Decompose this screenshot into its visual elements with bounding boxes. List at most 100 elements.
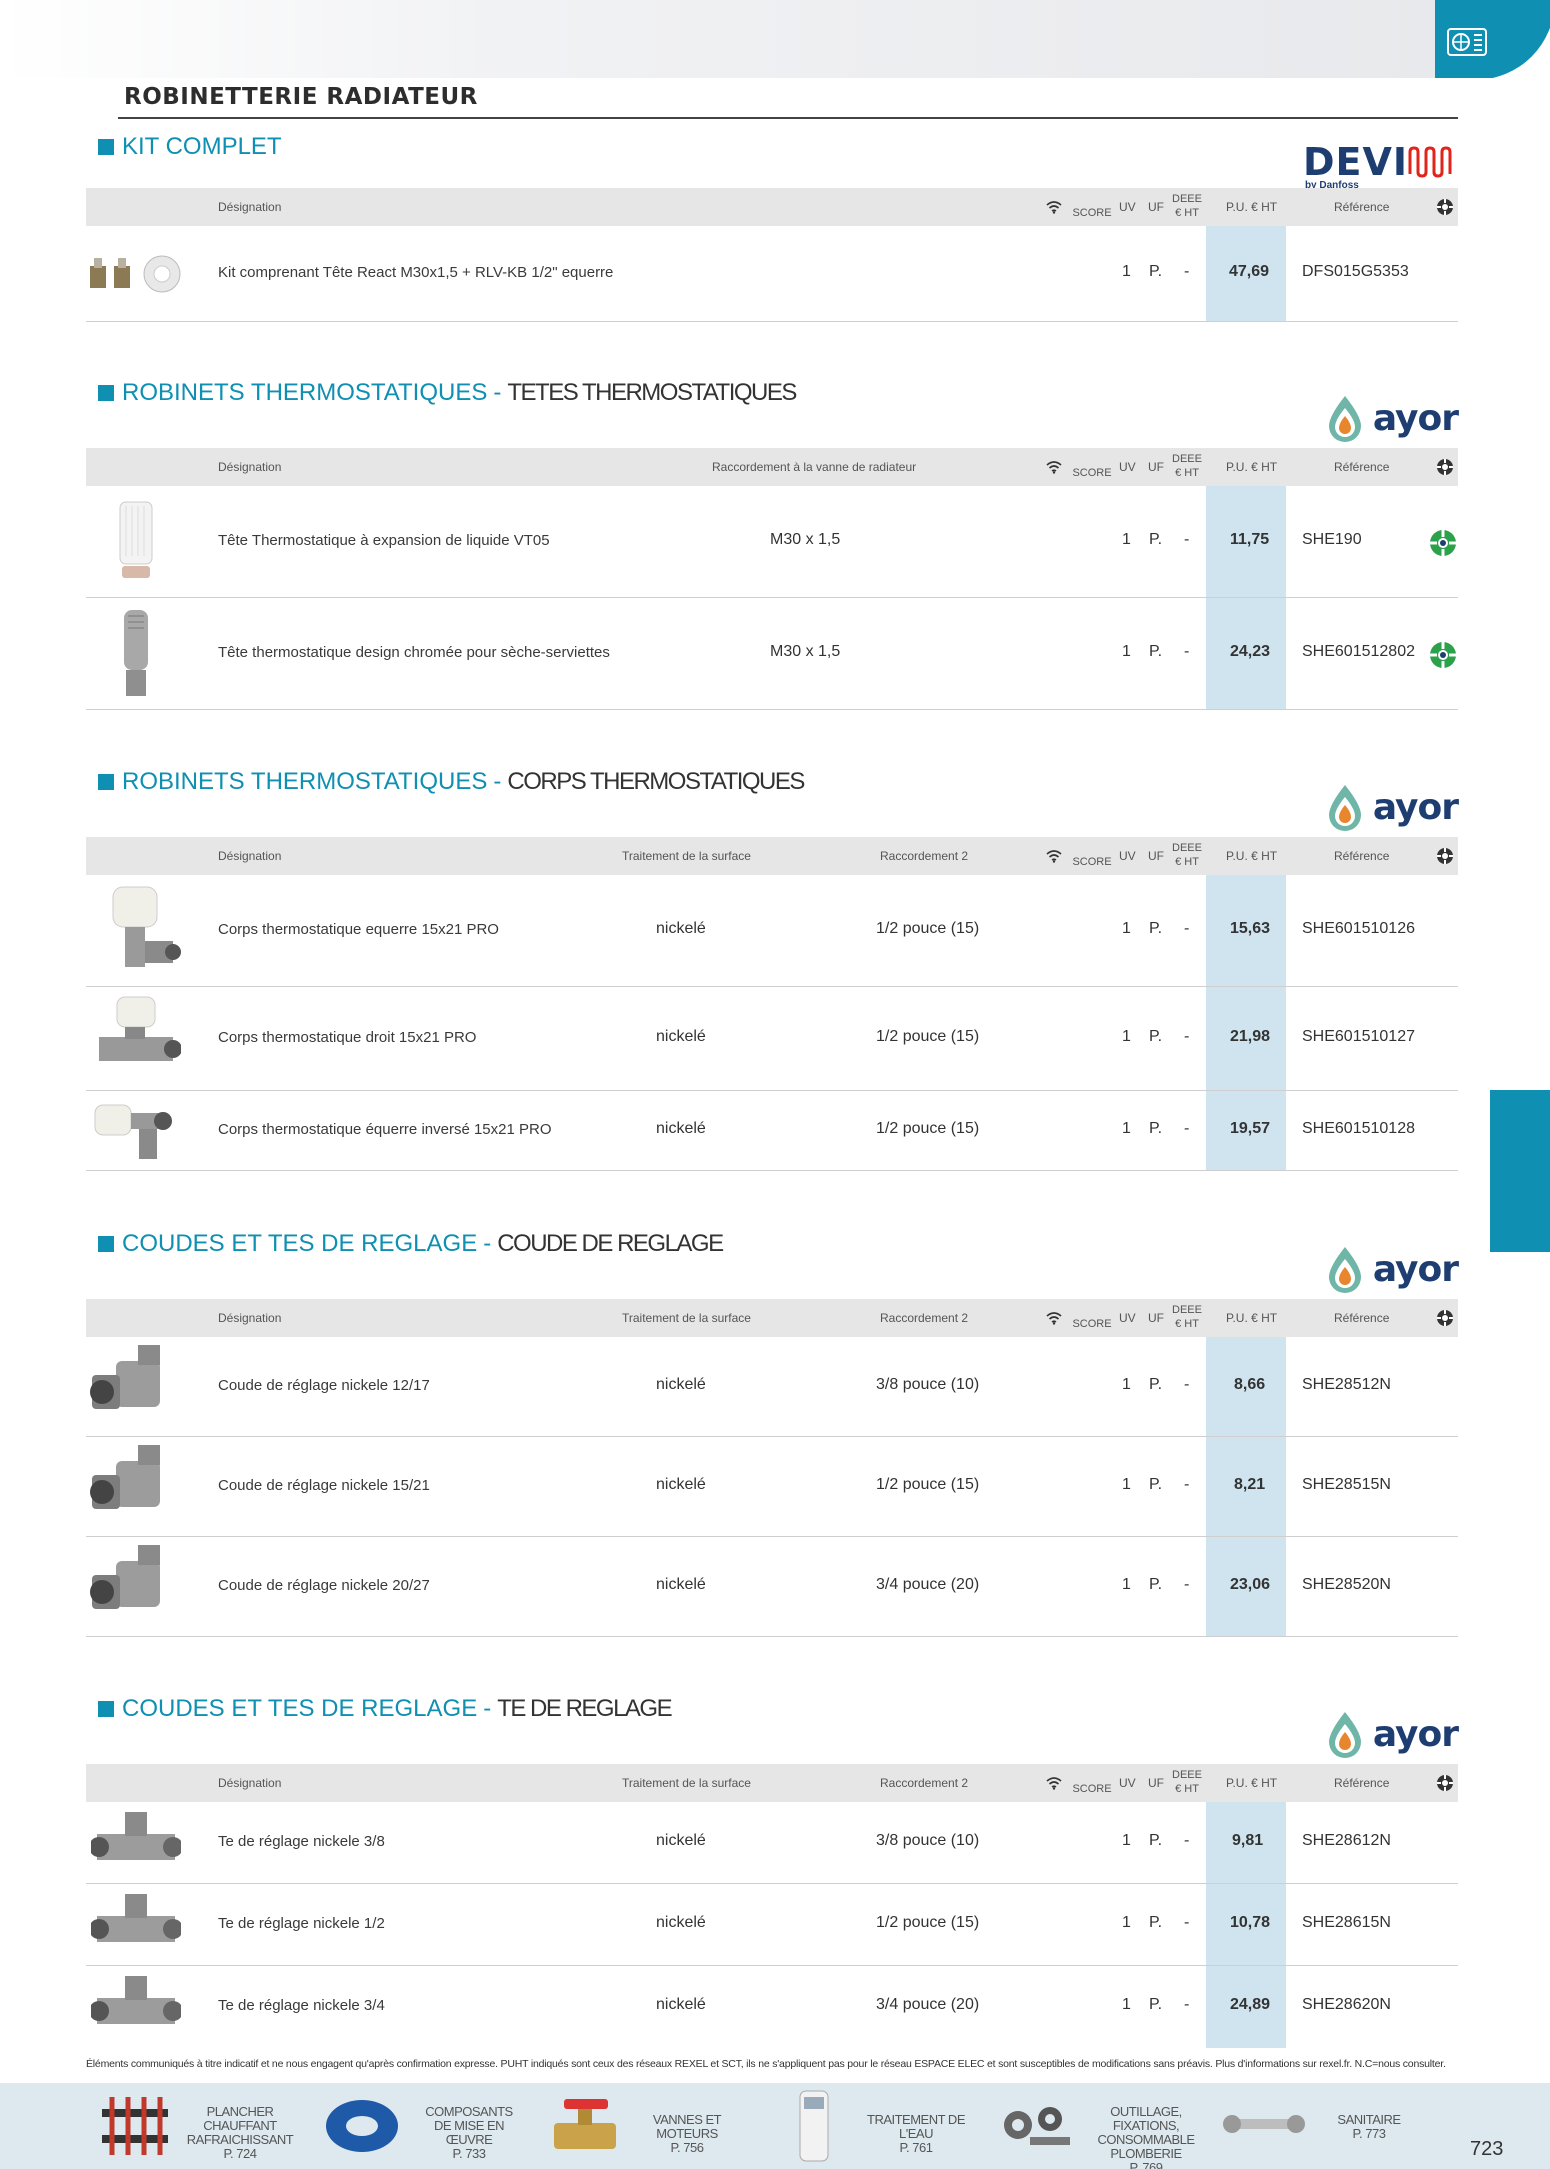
table-row[interactable]: Coude de réglage nickele 20/27 nickelé 3… <box>86 1537 1458 1637</box>
section-marker <box>98 1701 114 1717</box>
uf-value: P. <box>1149 1028 1163 1045</box>
reference-value[interactable]: SHE28512N <box>1302 1376 1391 1394</box>
nav-sanitaire[interactable]: SANITAIRE P. 773 <box>1218 2083 1448 2169</box>
section-header: COUDES ET TES DE REGLAGE - TE DE REGLAGE <box>98 1694 673 1724</box>
section-header: KIT COMPLET <box>98 132 282 162</box>
uv-value: 1 <box>1122 1376 1131 1393</box>
col-deee: DEEE € HT <box>1172 1769 1202 1795</box>
reference-value[interactable]: DFS015G5353 <box>1302 263 1409 281</box>
table-header: Désignation Traitement de la surface Rac… <box>86 837 1458 875</box>
price-value: 8,66 <box>1234 1376 1266 1393</box>
side-tab[interactable] <box>1490 1090 1550 1252</box>
col-reference: Référence <box>1334 849 1390 863</box>
raccordement-value: 3/4 pouce (20) <box>876 1576 980 1593</box>
table-row[interactable]: Kit comprenant Tête React M30x1,5 + RLV-… <box>86 226 1458 322</box>
ayor-logo: ayor <box>1325 1239 1459 1299</box>
section-marker <box>98 1236 114 1252</box>
product-thumbnail <box>86 234 186 314</box>
manifold-icon <box>102 2097 168 2155</box>
nav-traitement-eau[interactable]: TRAITEMENT DE L'EAU P. 761 <box>780 2083 990 2169</box>
nav-outillage[interactable]: OUTILLAGE, FIXATIONS, CONSOMMABLE PLOMBER… <box>996 2083 1216 2169</box>
deee-value: - <box>1184 1576 1190 1593</box>
deee-value: - <box>1184 1996 1190 2013</box>
top-band <box>0 0 1435 78</box>
table-row[interactable]: Coude de réglage nickele 12/17 nickelé 3… <box>86 1337 1458 1437</box>
product-description: Tête Thermostatique à expansion de liqui… <box>218 532 550 549</box>
reference-value[interactable]: SHE601512802 <box>1302 643 1415 661</box>
table-row[interactable]: Coude de réglage nickele 15/21 nickelé 1… <box>86 1437 1458 1537</box>
table-header: Désignation Raccordement à la vanne de r… <box>86 448 1458 486</box>
nav-vannes-moteurs[interactable]: VANNES ET MOTEURS P. 756 <box>544 2083 754 2169</box>
nav-plancher-chauffant[interactable]: PLANCHER CHAUFFANT RAFRAICHISSANT P. 724 <box>90 2083 310 2169</box>
price-value: 19,57 <box>1230 1120 1271 1137</box>
reference-value[interactable]: SHE28515N <box>1302 1476 1391 1494</box>
col-designation: Désignation <box>218 460 282 474</box>
product-thumbnail <box>86 604 186 704</box>
traitement-value: nickelé <box>656 1476 706 1493</box>
col-pu: P.U. € HT <box>1226 460 1278 474</box>
col-uv: UV <box>1119 460 1136 474</box>
raccordement-value: 3/8 pouce (10) <box>876 1376 980 1393</box>
ayor-drop-icon <box>1328 785 1361 831</box>
recycle-icon <box>1437 459 1453 475</box>
col-traitement: Traitement de la surface <box>622 1311 751 1325</box>
product-description: Tête thermostatique design chromée pour … <box>218 644 610 661</box>
col-designation: Désignation <box>218 1776 282 1790</box>
page-number: 723 <box>1470 2138 1504 2160</box>
raccordement-value: M30 x 1,5 <box>770 643 841 660</box>
product-thumbnail <box>86 881 186 981</box>
col-deee: DEEE € HT <box>1172 842 1202 868</box>
table-row[interactable]: Corps thermostatique droit 15x21 PRO nic… <box>86 987 1458 1091</box>
reference-value[interactable]: SHE601510128 <box>1302 1120 1415 1138</box>
table-row[interactable]: Te de réglage nickele 1/2 nickelé 1/2 po… <box>86 1884 1458 1966</box>
uf-value: P. <box>1149 643 1163 660</box>
col-eco-score: SCORE <box>1072 207 1112 219</box>
valve-icon <box>554 2099 616 2149</box>
raccordement-value: 1/2 pouce (15) <box>876 1120 980 1137</box>
table-row[interactable]: Tête thermostatique design chromée pour … <box>86 598 1458 710</box>
green-recycle-icon <box>1430 642 1456 668</box>
price-value: 47,69 <box>1229 263 1270 280</box>
product-table: Désignation Raccordement à la vanne de r… <box>86 448 1458 710</box>
section-corps-thermostatiques: ROBINETS THERMOSTATIQUES - CORPS THERMOS… <box>86 767 1459 1177</box>
uv-value: 1 <box>1122 1914 1131 1931</box>
wifi-icon <box>1046 461 1062 474</box>
water-softener-icon <box>799 2090 829 2162</box>
table-row[interactable]: Corps thermostatique equerre 15x21 PRO n… <box>86 875 1458 987</box>
product-table: Désignation Traitement de la surface Rac… <box>86 837 1458 1171</box>
uf-value: P. <box>1149 1576 1163 1593</box>
table-row[interactable]: Tête Thermostatique à expansion de liqui… <box>86 486 1458 598</box>
col-traitement: Traitement de la surface <box>622 1776 751 1790</box>
reference-value[interactable]: SHE28520N <box>1302 1576 1391 1594</box>
traitement-value: nickelé <box>656 1914 706 1931</box>
recycle-icon <box>1437 848 1453 864</box>
reference-value[interactable]: SHE190 <box>1302 531 1362 549</box>
product-description: Corps thermostatique équerre inversé 15x… <box>218 1121 552 1138</box>
ayor-logo: ayor <box>1325 777 1459 837</box>
reference-value[interactable]: SHE28620N <box>1302 1996 1391 2014</box>
bottom-nav: PLANCHER CHAUFFANT RAFRAICHISSANT P. 724 C… <box>0 2083 1550 2169</box>
nav-composants[interactable]: COMPOSANTS DE MISE EN ŒUVRE P. 733 <box>318 2083 538 2169</box>
uv-value: 1 <box>1122 1996 1131 2013</box>
col-eco-score: SCORE <box>1072 1783 1112 1795</box>
table-row[interactable]: Te de réglage nickele 3/4 nickelé 3/4 po… <box>86 1966 1458 2048</box>
table-row[interactable]: Corps thermostatique équerre inversé 15x… <box>86 1091 1458 1171</box>
uv-value: 1 <box>1122 1476 1131 1493</box>
table-row[interactable]: Te de réglage nickele 3/8 nickelé 3/8 po… <box>86 1802 1458 1884</box>
price-value: 24,89 <box>1230 1996 1271 2013</box>
reference-value[interactable]: SHE28612N <box>1302 1832 1391 1850</box>
uf-value: P. <box>1149 1832 1163 1849</box>
col-reference: Référence <box>1334 1776 1390 1790</box>
price-value: 15,63 <box>1230 920 1271 937</box>
raccordement-value: 1/2 pouce (15) <box>876 1028 980 1045</box>
price-value: 21,98 <box>1230 1028 1271 1045</box>
section-tetes-thermostatiques: ROBINETS THERMOSTATIQUES - TETES THERMOS… <box>86 378 1459 718</box>
col-pu: P.U. € HT <box>1226 200 1278 214</box>
col-uv: UV <box>1119 849 1136 863</box>
reference-value[interactable]: SHE28615N <box>1302 1914 1391 1932</box>
reference-value[interactable]: SHE601510127 <box>1302 1028 1415 1046</box>
deee-value: - <box>1184 1376 1190 1393</box>
traitement-value: nickelé <box>656 1376 706 1393</box>
reference-value[interactable]: SHE601510126 <box>1302 920 1415 938</box>
product-table: Désignation Traitement de la surface Rac… <box>86 1764 1458 2048</box>
